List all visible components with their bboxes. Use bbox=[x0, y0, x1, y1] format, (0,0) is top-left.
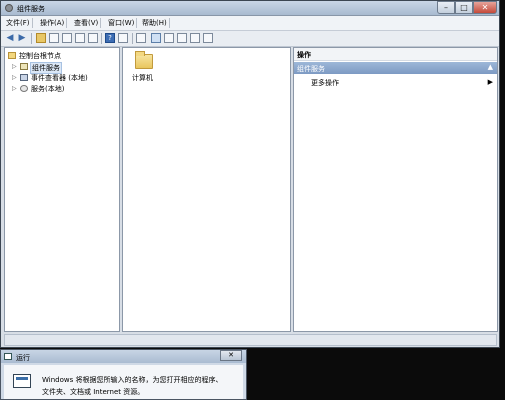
list-view-icon[interactable] bbox=[177, 33, 187, 43]
properties-icon[interactable] bbox=[62, 33, 72, 43]
run-dialog-title-bar[interactable]: 运行 ✕ bbox=[1, 350, 246, 363]
toolbar-separator bbox=[31, 33, 32, 44]
expand-icon[interactable]: ▷ bbox=[12, 85, 17, 92]
help-icon[interactable]: ? bbox=[105, 33, 115, 43]
tree-root[interactable]: 控制台根节点 bbox=[5, 50, 119, 61]
folder-icon bbox=[135, 51, 153, 69]
collapse-icon[interactable]: ▲ bbox=[488, 63, 493, 71]
folder-icon bbox=[8, 52, 16, 59]
forward-arrow-icon[interactable]: ▶ bbox=[17, 33, 27, 43]
run-dialog-body: Windows 将根据您所输入的名称，为您打开相应的程序、 文件夹、文档或 In… bbox=[4, 365, 243, 399]
back-arrow-icon[interactable]: ◀ bbox=[5, 33, 15, 43]
tree-item-event-viewer[interactable]: ▷ 事件查看器 (本地) bbox=[5, 72, 119, 83]
event-viewer-icon bbox=[20, 74, 28, 81]
tree-item-component-services[interactable]: ▷ 组件服务 bbox=[5, 61, 119, 74]
show-hide-tree-icon[interactable] bbox=[49, 33, 59, 43]
actions-section-component-services[interactable]: 组件服务 ▲ bbox=[294, 62, 497, 74]
menu-window[interactable]: 窗口(W) bbox=[106, 18, 138, 28]
expand-icon[interactable]: ▷ bbox=[12, 74, 17, 81]
expand-icon[interactable]: ▷ bbox=[12, 63, 17, 70]
menu-view[interactable]: 查看(V) bbox=[72, 18, 102, 28]
run-icon bbox=[4, 353, 12, 360]
close-button[interactable]: ✕ bbox=[473, 1, 497, 14]
toolbar-separator bbox=[132, 33, 133, 44]
console-icon[interactable] bbox=[118, 33, 128, 43]
console-tree: 控制台根节点 ▷ 组件服务 ▷ 事件查看器 (本地) ▷ 服务(本地) bbox=[4, 47, 120, 332]
export-icon[interactable] bbox=[88, 33, 98, 43]
large-icons-icon[interactable] bbox=[151, 33, 161, 43]
menu-bar: 文件(F) 操作(A) 查看(V) 窗口(W) 帮助(H) bbox=[1, 16, 499, 31]
results-pane: 计算机 bbox=[122, 47, 291, 332]
component-services-icon bbox=[20, 63, 28, 70]
grid-view-icon[interactable] bbox=[203, 33, 213, 43]
actions-header: 操作 bbox=[294, 48, 497, 61]
up-folder-icon[interactable] bbox=[36, 33, 46, 43]
show-action-pane-icon[interactable] bbox=[136, 33, 146, 43]
submenu-arrow-icon: ▶ bbox=[487, 78, 493, 86]
run-description-line2: 文件夹、文档或 Internet 资源。 bbox=[42, 388, 145, 396]
run-dialog: 运行 ✕ Windows 将根据您所输入的名称，为您打开相应的程序、 文件夹、文… bbox=[0, 349, 247, 400]
menu-action[interactable]: 操作(A) bbox=[38, 18, 68, 28]
services-icon bbox=[20, 85, 28, 92]
tree-item-services[interactable]: ▷ 服务(本地) bbox=[5, 83, 119, 94]
mmc-window: 组件服务 – □ ✕ 文件(F) 操作(A) 查看(V) 窗口(W) 帮助(H)… bbox=[0, 0, 500, 348]
run-program-icon bbox=[13, 374, 31, 388]
actions-pane: 操作 组件服务 ▲ 更多操作 ▶ bbox=[293, 47, 498, 332]
menu-help[interactable]: 帮助(H) bbox=[140, 18, 170, 28]
run-description-line1: Windows 将根据您所输入的名称，为您打开相应的程序、 bbox=[42, 376, 223, 384]
toolbar: ◀ ▶ ? bbox=[1, 31, 499, 47]
app-icon bbox=[5, 4, 13, 12]
small-icons-icon[interactable] bbox=[164, 33, 174, 43]
status-bar bbox=[4, 334, 497, 346]
run-close-button[interactable]: ✕ bbox=[220, 350, 242, 361]
refresh-icon[interactable] bbox=[75, 33, 85, 43]
title-bar[interactable]: 组件服务 – □ ✕ bbox=[1, 1, 499, 16]
toolbar-separator bbox=[101, 33, 102, 44]
details-view-icon[interactable] bbox=[190, 33, 200, 43]
maximize-button[interactable]: □ bbox=[455, 1, 473, 14]
window-title: 组件服务 bbox=[17, 5, 45, 13]
menu-file[interactable]: 文件(F) bbox=[4, 18, 33, 28]
minimize-button[interactable]: – bbox=[437, 1, 455, 14]
more-actions-item[interactable]: 更多操作 ▶ bbox=[294, 76, 497, 88]
